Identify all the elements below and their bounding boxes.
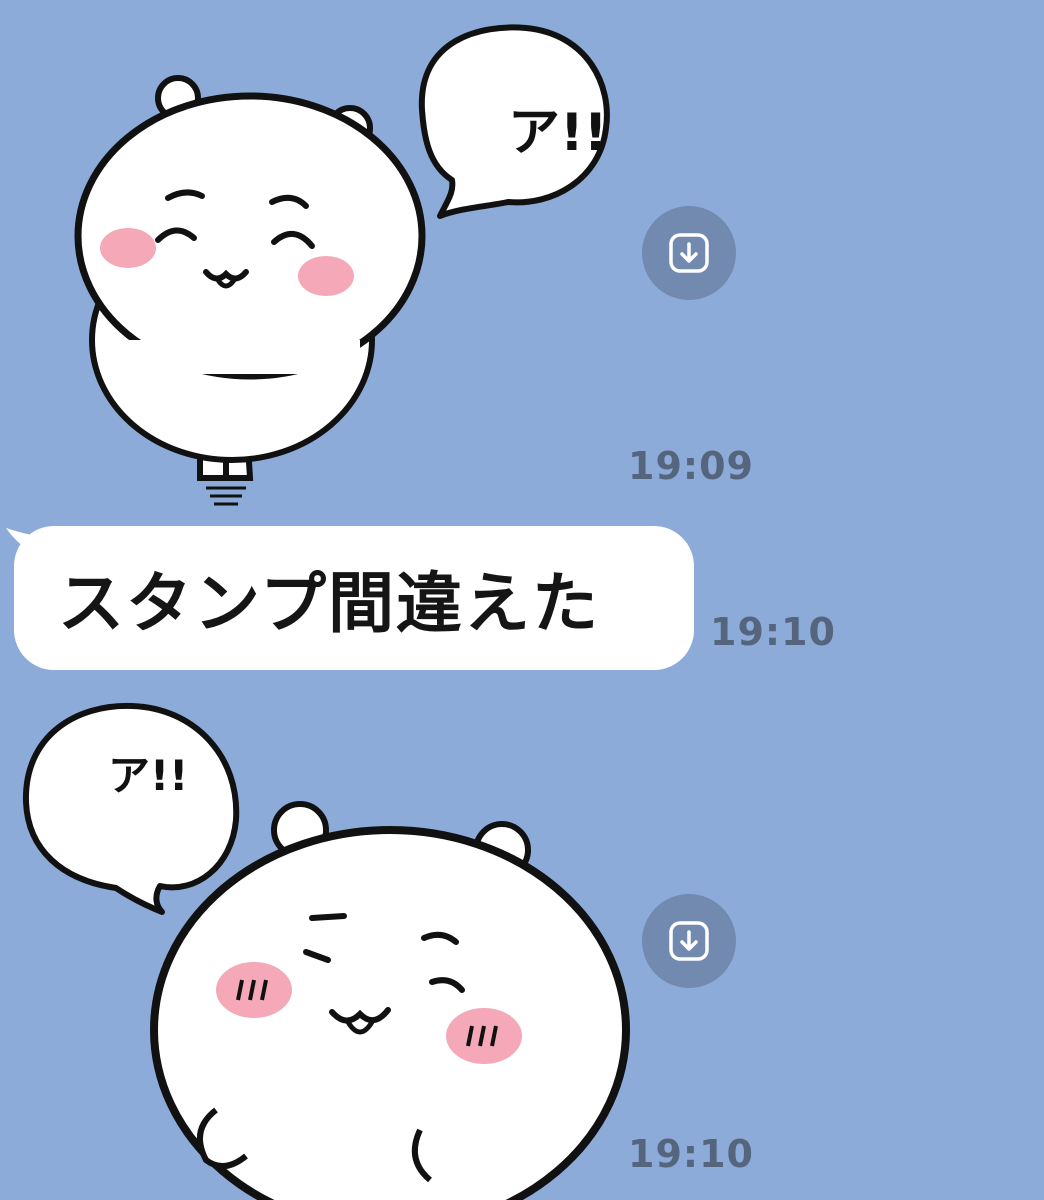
message-timestamp: 19:10 [710,610,836,654]
sticker-message[interactable]: ア!! [40,10,620,510]
download-icon [669,921,709,961]
speech-bubble: ア!! [418,24,610,219]
message-timestamp: 19:10 [628,1132,754,1176]
speech-bubble: ア!! [22,702,240,915]
download-icon [669,233,709,273]
sticker-message[interactable]: ア!! [10,690,630,1200]
message-text: スタンプ間違えた [58,565,601,642]
save-sticker-button[interactable] [642,894,736,988]
sticker-caption: ア!! [108,751,188,800]
message-timestamp: 19:09 [628,444,754,488]
chat-area: ア!! 19:09 スタンプ間違えた 19:10 ア!! 19:10 [0,0,1044,1200]
text-message-bubble[interactable]: スタンプ間違えた [14,526,694,670]
save-sticker-button[interactable] [642,206,736,300]
sticker-caption: ア!! [508,103,607,163]
